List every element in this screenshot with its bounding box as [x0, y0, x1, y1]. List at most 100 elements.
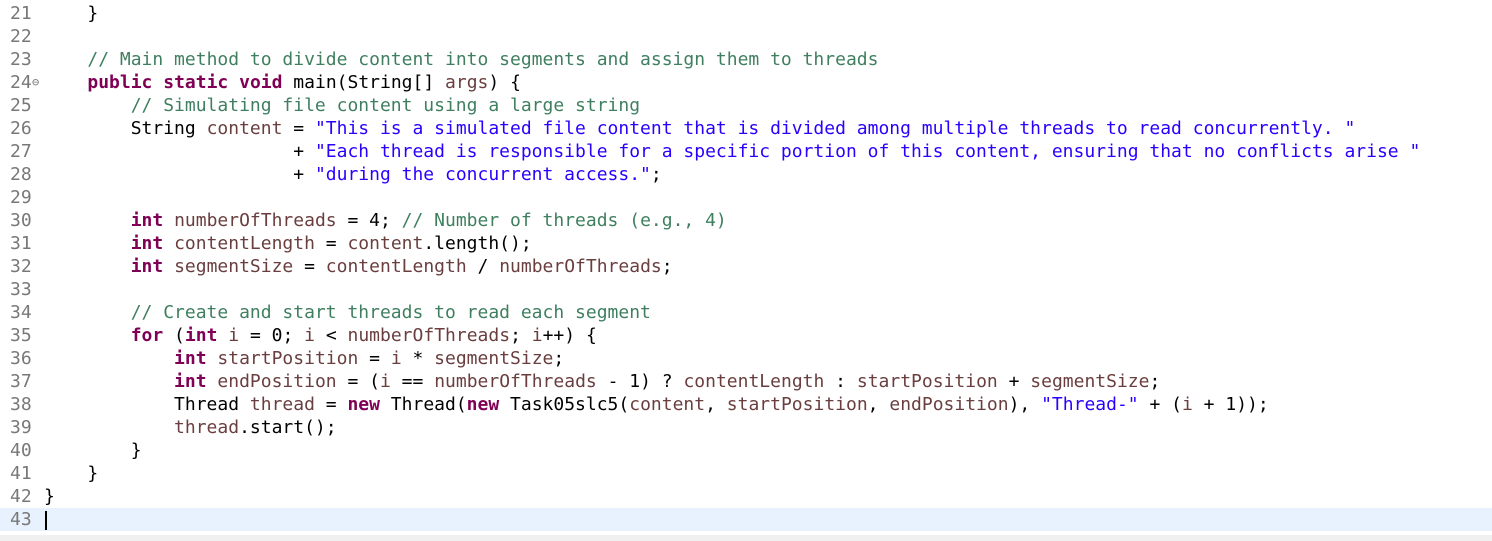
code-token: /	[466, 256, 500, 277]
code-token: =	[358, 348, 391, 369]
line-number: 26	[10, 118, 32, 139]
code-token: public	[87, 72, 153, 93]
code-line[interactable]: 32 int segmentSize = contentLength / num…	[0, 255, 1492, 278]
line-number: 38	[10, 394, 32, 415]
code-line[interactable]: 27 + "Each thread is responsible for a s…	[0, 140, 1492, 163]
code-line[interactable]: 34 // Create and start threads to read e…	[0, 301, 1492, 324]
code-text: }	[44, 439, 142, 462]
code-line[interactable]: 24 ⊖ public static void main(String[] arg…	[0, 71, 1492, 94]
code-token: segmentSize	[1030, 371, 1150, 392]
code-token: startPosition	[856, 371, 998, 392]
code-text: + "during the concurrent access.";	[44, 163, 662, 186]
code-token: Thread	[44, 394, 250, 415]
code-text: }	[44, 485, 55, 508]
code-token: args	[445, 72, 489, 93]
code-line[interactable]: 22	[0, 25, 1492, 48]
line-number: 39	[10, 417, 32, 438]
code-token: ),	[1008, 394, 1042, 415]
code-line[interactable]: 28 + "during the concurrent access.";	[0, 163, 1492, 186]
line-number: 43	[10, 509, 32, 530]
code-token: ==	[390, 371, 435, 392]
code-line[interactable]: 23 // Main method to divide content into…	[0, 48, 1492, 71]
line-number: 25	[10, 95, 32, 116]
horizontal-scrollbar[interactable]	[0, 535, 1492, 541]
line-number: 31	[10, 233, 32, 254]
code-token: = 4;	[336, 210, 402, 231]
code-line[interactable]: 35 for (int i = 0; i < numberOfThreads; …	[0, 324, 1492, 347]
code-token: }	[44, 486, 55, 507]
code-token: int	[184, 325, 218, 346]
code-token: int	[174, 348, 207, 369]
code-token: // Simulating file content using a large…	[130, 95, 641, 116]
code-token: contentLength	[174, 233, 315, 254]
code-token: thread	[174, 417, 240, 438]
code-token: ;	[661, 256, 673, 277]
line-number: 36	[10, 348, 32, 369]
code-token: .length();	[423, 233, 532, 254]
code-token: (	[163, 325, 185, 346]
code-text: int startPosition = i * segmentSize;	[44, 347, 564, 370]
code-token: i	[390, 348, 402, 369]
code-token: ++) {	[542, 325, 597, 346]
code-token: }	[44, 440, 142, 461]
fold-toggle-icon[interactable]: ⊖	[32, 71, 39, 94]
code-text: int endPosition = (i == numberOfThreads …	[44, 370, 1160, 393]
code-text: // Create and start threads to read each…	[44, 301, 651, 324]
code-line[interactable]: 36 int startPosition = i * segmentSize;	[0, 347, 1492, 370]
code-line[interactable]: 37 int endPosition = (i == numberOfThrea…	[0, 370, 1492, 393]
code-text: int numberOfThreads = 4; // Number of th…	[44, 209, 727, 232]
code-line[interactable]: 29	[0, 186, 1492, 209]
code-token: static	[163, 72, 229, 93]
code-line[interactable]: 40 }	[0, 439, 1492, 462]
code-line[interactable]: 38 Thread thread = new Thread(new Task05…	[0, 393, 1492, 416]
code-token: String	[44, 118, 207, 139]
code-text: public static void main(String[] args) {	[44, 71, 521, 94]
code-line[interactable]: 30 int numberOfThreads = 4; // Number of…	[0, 209, 1492, 232]
code-token: endPosition	[889, 394, 1009, 415]
code-token: segmentSize	[174, 256, 294, 277]
line-number: 22	[10, 26, 32, 47]
code-token: = (	[336, 371, 380, 392]
line-number: 21	[10, 3, 32, 24]
code-text: thread.start();	[44, 416, 337, 439]
line-number: 29	[10, 187, 32, 208]
code-token: :	[824, 371, 857, 392]
code-line[interactable]: 26 String content = "This is a simulated…	[0, 117, 1492, 140]
code-line[interactable]: 42}	[0, 485, 1492, 508]
code-token: ,	[705, 394, 727, 415]
line-number: 23	[10, 49, 32, 70]
code-token: int	[130, 256, 164, 277]
code-line[interactable]: 31 int contentLength = content.length();	[0, 232, 1492, 255]
code-token: Thread(	[379, 394, 467, 415]
line-number: 33	[10, 279, 32, 300]
code-token: ;	[1149, 371, 1161, 392]
code-token: i	[1182, 394, 1193, 415]
code-editor[interactable]: 21 } 22 23 // Main method to divide conten…	[0, 0, 1492, 541]
code-token: void	[239, 72, 283, 93]
code-token: int	[130, 210, 164, 231]
code-token: contentLength	[325, 256, 467, 277]
line-number: 32	[10, 256, 32, 277]
code-token: main(String[]	[282, 72, 446, 93]
code-line[interactable]: 41 }	[0, 462, 1492, 485]
line-number: 42	[10, 486, 32, 507]
code-line[interactable]: 39 thread.start();	[0, 416, 1492, 439]
code-token: "This is a simulated file content that i…	[314, 118, 1356, 139]
line-number: 40	[10, 440, 32, 461]
code-text: }	[44, 462, 98, 485]
code-line[interactable]: 25 // Simulating file content using a la…	[0, 94, 1492, 117]
code-line[interactable]: 21 }	[0, 2, 1492, 25]
code-line[interactable]: 33	[0, 278, 1492, 301]
code-token: // Main method to divide content into se…	[87, 49, 879, 70]
code-line[interactable]: 43	[0, 508, 1492, 531]
code-token: "Thread-"	[1041, 394, 1139, 415]
